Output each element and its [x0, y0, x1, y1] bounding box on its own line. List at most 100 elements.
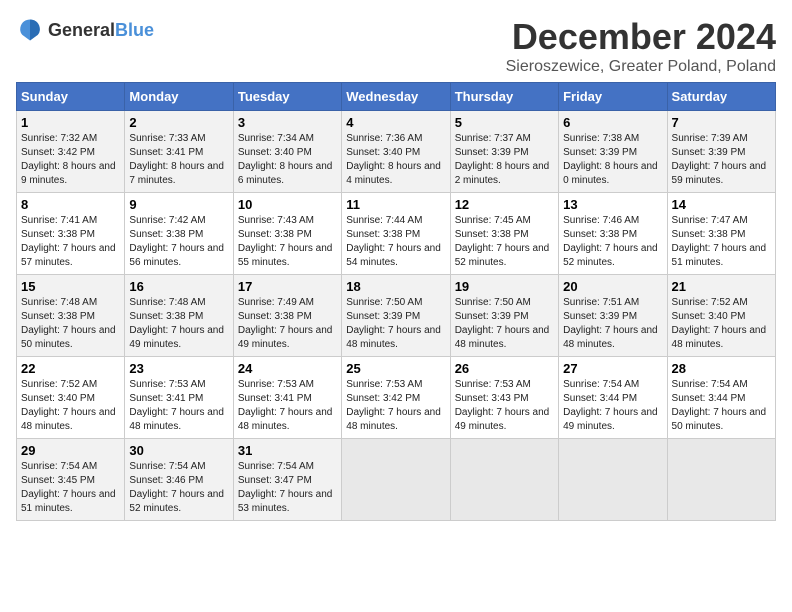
- calendar-table: SundayMondayTuesdayWednesdayThursdayFrid…: [16, 82, 776, 521]
- day-info: Sunrise: 7:44 AMSunset: 3:38 PMDaylight:…: [346, 215, 441, 268]
- day-cell: 13 Sunrise: 7:46 AMSunset: 3:38 PMDaylig…: [559, 193, 667, 275]
- day-number: 30: [129, 443, 228, 458]
- day-info: Sunrise: 7:51 AMSunset: 3:39 PMDaylight:…: [563, 297, 658, 350]
- day-info: Sunrise: 7:47 AMSunset: 3:38 PMDaylight:…: [672, 215, 767, 268]
- day-number: 3: [238, 115, 337, 130]
- day-number: 28: [672, 361, 771, 376]
- day-number: 20: [563, 279, 662, 294]
- day-cell: 18 Sunrise: 7:50 AMSunset: 3:39 PMDaylig…: [342, 275, 450, 357]
- day-info: Sunrise: 7:39 AMSunset: 3:39 PMDaylight:…: [672, 133, 767, 186]
- day-cell: 12 Sunrise: 7:45 AMSunset: 3:38 PMDaylig…: [450, 193, 558, 275]
- day-info: Sunrise: 7:54 AMSunset: 3:45 PMDaylight:…: [21, 461, 116, 514]
- day-info: Sunrise: 7:34 AMSunset: 3:40 PMDaylight:…: [238, 133, 333, 186]
- day-cell: 2 Sunrise: 7:33 AMSunset: 3:41 PMDayligh…: [125, 111, 233, 193]
- day-number: 7: [672, 115, 771, 130]
- day-cell: 4 Sunrise: 7:36 AMSunset: 3:40 PMDayligh…: [342, 111, 450, 193]
- day-cell: 8 Sunrise: 7:41 AMSunset: 3:38 PMDayligh…: [17, 193, 125, 275]
- day-cell: 24 Sunrise: 7:53 AMSunset: 3:41 PMDaylig…: [233, 357, 341, 439]
- day-cell: 27 Sunrise: 7:54 AMSunset: 3:44 PMDaylig…: [559, 357, 667, 439]
- day-cell: 6 Sunrise: 7:38 AMSunset: 3:39 PMDayligh…: [559, 111, 667, 193]
- day-cell: 29 Sunrise: 7:54 AMSunset: 3:45 PMDaylig…: [17, 439, 125, 521]
- day-number: 16: [129, 279, 228, 294]
- day-info: Sunrise: 7:50 AMSunset: 3:39 PMDaylight:…: [455, 297, 550, 350]
- day-info: Sunrise: 7:52 AMSunset: 3:40 PMDaylight:…: [672, 297, 767, 350]
- day-number: 15: [21, 279, 120, 294]
- day-number: 29: [21, 443, 120, 458]
- day-info: Sunrise: 7:45 AMSunset: 3:38 PMDaylight:…: [455, 215, 550, 268]
- day-info: Sunrise: 7:37 AMSunset: 3:39 PMDaylight:…: [455, 133, 550, 186]
- day-cell: 17 Sunrise: 7:49 AMSunset: 3:38 PMDaylig…: [233, 275, 341, 357]
- day-cell: 26 Sunrise: 7:53 AMSunset: 3:43 PMDaylig…: [450, 357, 558, 439]
- day-cell: 11 Sunrise: 7:44 AMSunset: 3:38 PMDaylig…: [342, 193, 450, 275]
- day-cell: 25 Sunrise: 7:53 AMSunset: 3:42 PMDaylig…: [342, 357, 450, 439]
- day-cell: [667, 439, 775, 521]
- day-number: 11: [346, 197, 445, 212]
- main-title: December 2024: [506, 16, 776, 58]
- header: GeneralBlue December 2024 Sieroszewice, …: [16, 16, 776, 76]
- week-row-1: 1 Sunrise: 7:32 AMSunset: 3:42 PMDayligh…: [17, 111, 776, 193]
- day-cell: 10 Sunrise: 7:43 AMSunset: 3:38 PMDaylig…: [233, 193, 341, 275]
- day-number: 22: [21, 361, 120, 376]
- day-info: Sunrise: 7:53 AMSunset: 3:41 PMDaylight:…: [129, 379, 224, 432]
- day-cell: 5 Sunrise: 7:37 AMSunset: 3:39 PMDayligh…: [450, 111, 558, 193]
- day-number: 25: [346, 361, 445, 376]
- day-cell: 23 Sunrise: 7:53 AMSunset: 3:41 PMDaylig…: [125, 357, 233, 439]
- day-number: 24: [238, 361, 337, 376]
- week-row-3: 15 Sunrise: 7:48 AMSunset: 3:38 PMDaylig…: [17, 275, 776, 357]
- header-cell-tuesday: Tuesday: [233, 83, 341, 111]
- day-info: Sunrise: 7:43 AMSunset: 3:38 PMDaylight:…: [238, 215, 333, 268]
- day-info: Sunrise: 7:33 AMSunset: 3:41 PMDaylight:…: [129, 133, 224, 186]
- day-number: 31: [238, 443, 337, 458]
- day-cell: 9 Sunrise: 7:42 AMSunset: 3:38 PMDayligh…: [125, 193, 233, 275]
- day-number: 5: [455, 115, 554, 130]
- day-info: Sunrise: 7:49 AMSunset: 3:38 PMDaylight:…: [238, 297, 333, 350]
- day-number: 2: [129, 115, 228, 130]
- day-number: 18: [346, 279, 445, 294]
- day-cell: 22 Sunrise: 7:52 AMSunset: 3:40 PMDaylig…: [17, 357, 125, 439]
- title-area: December 2024 Sieroszewice, Greater Pola…: [506, 16, 776, 76]
- header-cell-sunday: Sunday: [17, 83, 125, 111]
- day-info: Sunrise: 7:53 AMSunset: 3:43 PMDaylight:…: [455, 379, 550, 432]
- day-cell: [342, 439, 450, 521]
- header-cell-friday: Friday: [559, 83, 667, 111]
- day-number: 27: [563, 361, 662, 376]
- logo-text: GeneralBlue: [48, 20, 154, 41]
- logo: GeneralBlue: [16, 16, 154, 44]
- day-info: Sunrise: 7:41 AMSunset: 3:38 PMDaylight:…: [21, 215, 116, 268]
- day-number: 12: [455, 197, 554, 212]
- logo-icon: [16, 16, 44, 44]
- day-info: Sunrise: 7:50 AMSunset: 3:39 PMDaylight:…: [346, 297, 441, 350]
- day-number: 26: [455, 361, 554, 376]
- subtitle: Sieroszewice, Greater Poland, Poland: [506, 58, 776, 76]
- day-info: Sunrise: 7:42 AMSunset: 3:38 PMDaylight:…: [129, 215, 224, 268]
- day-cell: 3 Sunrise: 7:34 AMSunset: 3:40 PMDayligh…: [233, 111, 341, 193]
- day-info: Sunrise: 7:54 AMSunset: 3:46 PMDaylight:…: [129, 461, 224, 514]
- day-info: Sunrise: 7:54 AMSunset: 3:44 PMDaylight:…: [672, 379, 767, 432]
- day-cell: 16 Sunrise: 7:48 AMSunset: 3:38 PMDaylig…: [125, 275, 233, 357]
- day-number: 14: [672, 197, 771, 212]
- day-number: 10: [238, 197, 337, 212]
- day-cell: 15 Sunrise: 7:48 AMSunset: 3:38 PMDaylig…: [17, 275, 125, 357]
- day-info: Sunrise: 7:54 AMSunset: 3:44 PMDaylight:…: [563, 379, 658, 432]
- day-info: Sunrise: 7:52 AMSunset: 3:40 PMDaylight:…: [21, 379, 116, 432]
- day-number: 19: [455, 279, 554, 294]
- header-cell-saturday: Saturday: [667, 83, 775, 111]
- day-info: Sunrise: 7:48 AMSunset: 3:38 PMDaylight:…: [129, 297, 224, 350]
- week-row-2: 8 Sunrise: 7:41 AMSunset: 3:38 PMDayligh…: [17, 193, 776, 275]
- day-info: Sunrise: 7:32 AMSunset: 3:42 PMDaylight:…: [21, 133, 116, 186]
- day-number: 9: [129, 197, 228, 212]
- header-cell-thursday: Thursday: [450, 83, 558, 111]
- day-number: 17: [238, 279, 337, 294]
- week-row-4: 22 Sunrise: 7:52 AMSunset: 3:40 PMDaylig…: [17, 357, 776, 439]
- day-info: Sunrise: 7:46 AMSunset: 3:38 PMDaylight:…: [563, 215, 658, 268]
- day-number: 21: [672, 279, 771, 294]
- week-row-5: 29 Sunrise: 7:54 AMSunset: 3:45 PMDaylig…: [17, 439, 776, 521]
- day-number: 4: [346, 115, 445, 130]
- day-number: 23: [129, 361, 228, 376]
- day-info: Sunrise: 7:54 AMSunset: 3:47 PMDaylight:…: [238, 461, 333, 514]
- header-row: SundayMondayTuesdayWednesdayThursdayFrid…: [17, 83, 776, 111]
- day-cell: [559, 439, 667, 521]
- day-info: Sunrise: 7:53 AMSunset: 3:42 PMDaylight:…: [346, 379, 441, 432]
- header-cell-wednesday: Wednesday: [342, 83, 450, 111]
- day-cell: 20 Sunrise: 7:51 AMSunset: 3:39 PMDaylig…: [559, 275, 667, 357]
